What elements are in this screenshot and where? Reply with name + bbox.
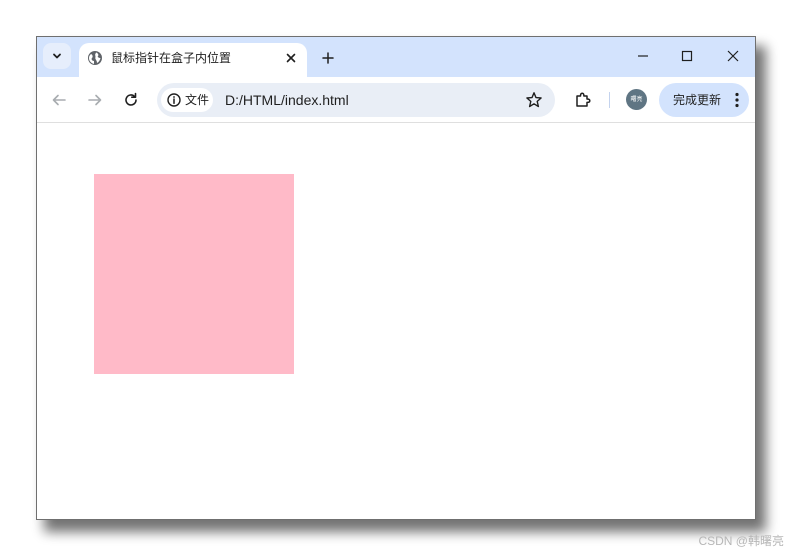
watermark: CSDN @韩曙亮 <box>698 534 784 548</box>
globe-icon <box>88 51 102 65</box>
back-button[interactable] <box>47 88 71 112</box>
back-arrow-icon <box>52 94 66 106</box>
tab-strip: 鼠标指针在盒子内位置 <box>37 37 755 77</box>
site-chip-label: 文件 <box>185 93 210 107</box>
window-close-button[interactable] <box>713 43 753 69</box>
address-bar[interactable]: 文件 D:/HTML/index.html <box>157 83 555 117</box>
tab-title: 鼠标指针在盒子内位置 <box>111 51 232 65</box>
tab-close-button[interactable] <box>281 48 301 68</box>
plus-icon <box>322 52 334 64</box>
info-icon <box>167 93 181 107</box>
forward-arrow-icon <box>88 94 102 106</box>
toolbar: 文件 D:/HTML/index.html 曙亮 完成更新 <box>37 77 755 123</box>
profile-avatar[interactable]: 曙亮 <box>626 89 647 110</box>
page-viewport <box>37 123 755 519</box>
more-vert-icon <box>735 92 739 108</box>
forward-button[interactable] <box>83 88 107 112</box>
extension-puzzle-icon <box>576 92 591 107</box>
url-text[interactable]: D:/HTML/index.html <box>225 92 349 108</box>
active-tab[interactable]: 鼠标指针在盒子内位置 <box>79 43 307 77</box>
new-tab-button[interactable] <box>317 47 339 69</box>
site-info-chip[interactable]: 文件 <box>161 88 213 112</box>
close-icon <box>286 53 296 63</box>
browser-window: 鼠标指针在盒子内位置 文件 D:/HTML/index.html 曙亮 完成更新 <box>36 36 756 520</box>
extensions-button[interactable] <box>571 88 595 112</box>
tab-search-chevron-icon <box>53 53 61 59</box>
star-icon[interactable] <box>525 91 543 109</box>
toolbar-divider <box>609 92 610 108</box>
tab-search-button[interactable] <box>43 43 71 69</box>
minimize-icon <box>638 55 648 57</box>
finish-update-label: 完成更新 <box>673 93 722 107</box>
reload-button[interactable] <box>119 88 143 112</box>
reload-icon <box>125 92 137 106</box>
finish-update-button[interactable]: 完成更新 <box>659 83 749 117</box>
pink-box[interactable] <box>94 174 294 374</box>
minimize-button[interactable] <box>623 43 663 69</box>
window-close-icon <box>727 50 739 62</box>
maximize-icon <box>681 50 693 62</box>
maximize-button[interactable] <box>667 43 707 69</box>
